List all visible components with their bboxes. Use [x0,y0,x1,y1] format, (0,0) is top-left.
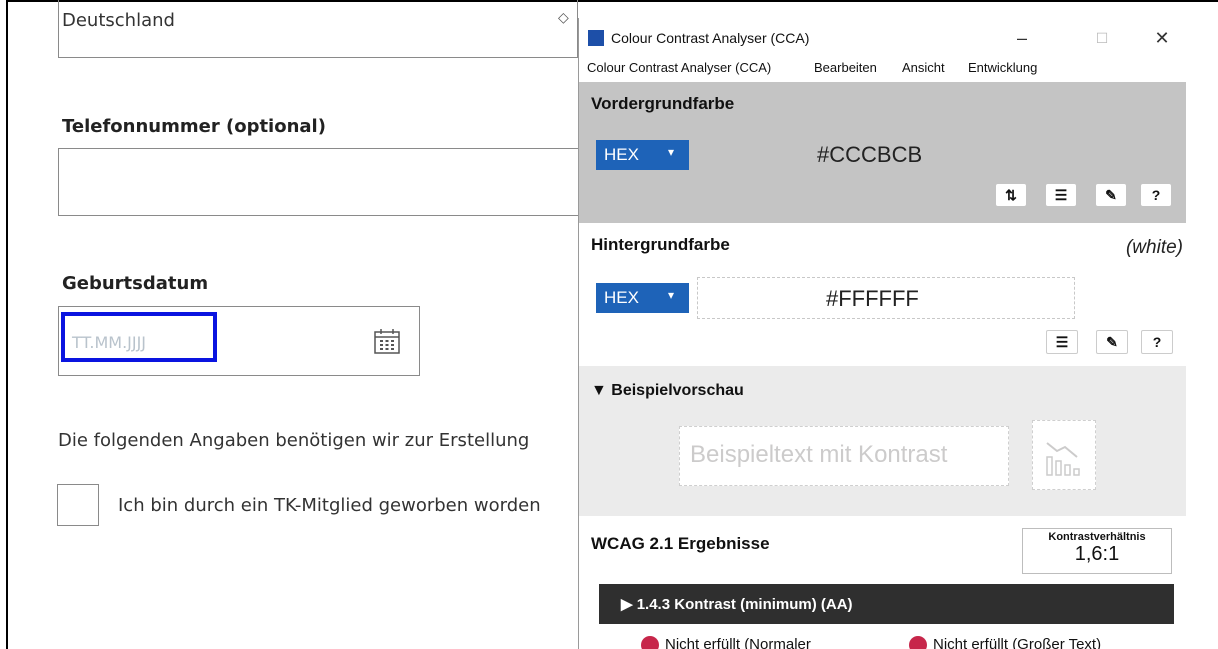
criterion-143-toggle[interactable]: ▶ 1.4.3 Kontrast (minimum) (AA) [599,584,1174,624]
chevron-down-icon: ▾ [668,288,675,302]
birthdate-placeholder: TT.MM.JJJJ [72,333,147,352]
chevron-down-icon: ▾ [668,145,675,159]
eyedropper-icon[interactable]: ✎ [1096,330,1128,354]
minimize-button[interactable]: – [1002,24,1042,52]
screenshot-frame-left [6,0,8,649]
preview-chart-box [1032,420,1096,490]
help-icon[interactable]: ? [1141,184,1171,206]
criterion-143-label: ▶ 1.4.3 Kontrast (minimum) (AA) [621,596,853,613]
result-normal-label: Nicht erfüllt (Normaler [665,636,811,649]
chart-preview-icon [1046,442,1080,476]
menu-ansicht[interactable]: Ansicht [902,60,945,75]
sliders-icon[interactable]: ☰ [1046,184,1076,206]
phone-input[interactable] [58,148,598,216]
background-hex-input[interactable]: #FFFFFF [697,277,1075,319]
foreground-format-value: HEX [604,145,639,164]
sliders-icon[interactable]: ☰ [1046,330,1078,354]
menu-bearbeiten[interactable]: Bearbeiten [814,60,877,75]
preview-section: ▼ Beispielvorschau Beispieltext mit Kont… [579,366,1186,516]
info-text: Die folgenden Angaben benötigen wir zur … [58,430,530,451]
background-format-value: HEX [604,288,639,307]
help-icon[interactable]: ? [1141,330,1173,354]
contrast-ratio-box: Kontrastverhältnis 1,6:1 [1022,528,1172,574]
result-large-label: Nicht erfüllt (Großer Text) [933,636,1102,649]
referral-checkbox-label: Ich bin durch ein TK-Mitglied geworben w… [118,495,541,516]
contrast-ratio-value: 1,6:1 [1074,543,1120,565]
preview-sample-text: Beispieltext mit Kontrast [690,441,948,468]
swap-colors-icon[interactable]: ⇅ [996,184,1026,206]
cca-window: Colour Contrast Analyser (CCA) – ☐ ✕ Col… [578,18,1186,649]
foreground-section: Vordergrundfarbe HEX ▾ #CCCBCB ⇅ ☰ ✎ ? [579,82,1186,223]
cca-app-icon [588,30,604,46]
result-normal-text: Nicht erfüllt (Normaler [641,636,811,649]
wcag-title: WCAG 2.1 Ergebnisse [591,534,770,553]
background-color-name: (white) [1125,237,1183,258]
foreground-title: Vordergrundfarbe [591,94,735,113]
maximize-button[interactable]: ☐ [1082,24,1122,52]
background-title: Hintergrundfarbe [591,235,730,254]
select-arrows-icon: ◇ [558,10,569,26]
background-section: Hintergrundfarbe (white) HEX ▾ #FFFFFF ☰… [579,223,1186,366]
referral-checkbox[interactable] [57,484,99,526]
preview-sample-box: Beispieltext mit Kontrast [679,426,1009,486]
close-button[interactable]: ✕ [1142,24,1182,52]
cca-titlebar[interactable]: Colour Contrast Analyser (CCA) – ☐ ✕ [579,18,1186,56]
background-format-select[interactable]: HEX ▾ [596,283,689,313]
menu-entwicklung[interactable]: Entwicklung [968,60,1037,75]
foreground-hex-value[interactable]: #CCCBCB [817,142,922,168]
result-large-text: Nicht erfüllt (Großer Text) [909,636,1101,649]
fail-icon [909,636,927,649]
wcag-section: WCAG 2.1 Ergebnisse Kontrastverhältnis 1… [579,516,1186,649]
menu-cca[interactable]: Colour Contrast Analyser (CCA) [587,60,771,75]
birthdate-label: Geburtsdatum [62,273,209,294]
eyedropper-icon[interactable]: ✎ [1096,184,1126,206]
foreground-format-select[interactable]: HEX ▾ [596,140,689,170]
country-select-value: Deutschland [62,10,175,31]
preview-toggle[interactable]: ▼ Beispielvorschau [591,382,744,400]
background-hex-value: #FFFFFF [826,286,919,311]
fail-icon [641,636,659,649]
cca-menubar: Colour Contrast Analyser (CCA) Bearbeite… [579,56,1186,82]
contrast-ratio-label: Kontrastverhältnis [1048,531,1146,543]
cca-window-title: Colour Contrast Analyser (CCA) [611,30,810,46]
phone-label: Telefonnummer (optional) [62,116,326,137]
calendar-icon[interactable] [373,327,401,355]
